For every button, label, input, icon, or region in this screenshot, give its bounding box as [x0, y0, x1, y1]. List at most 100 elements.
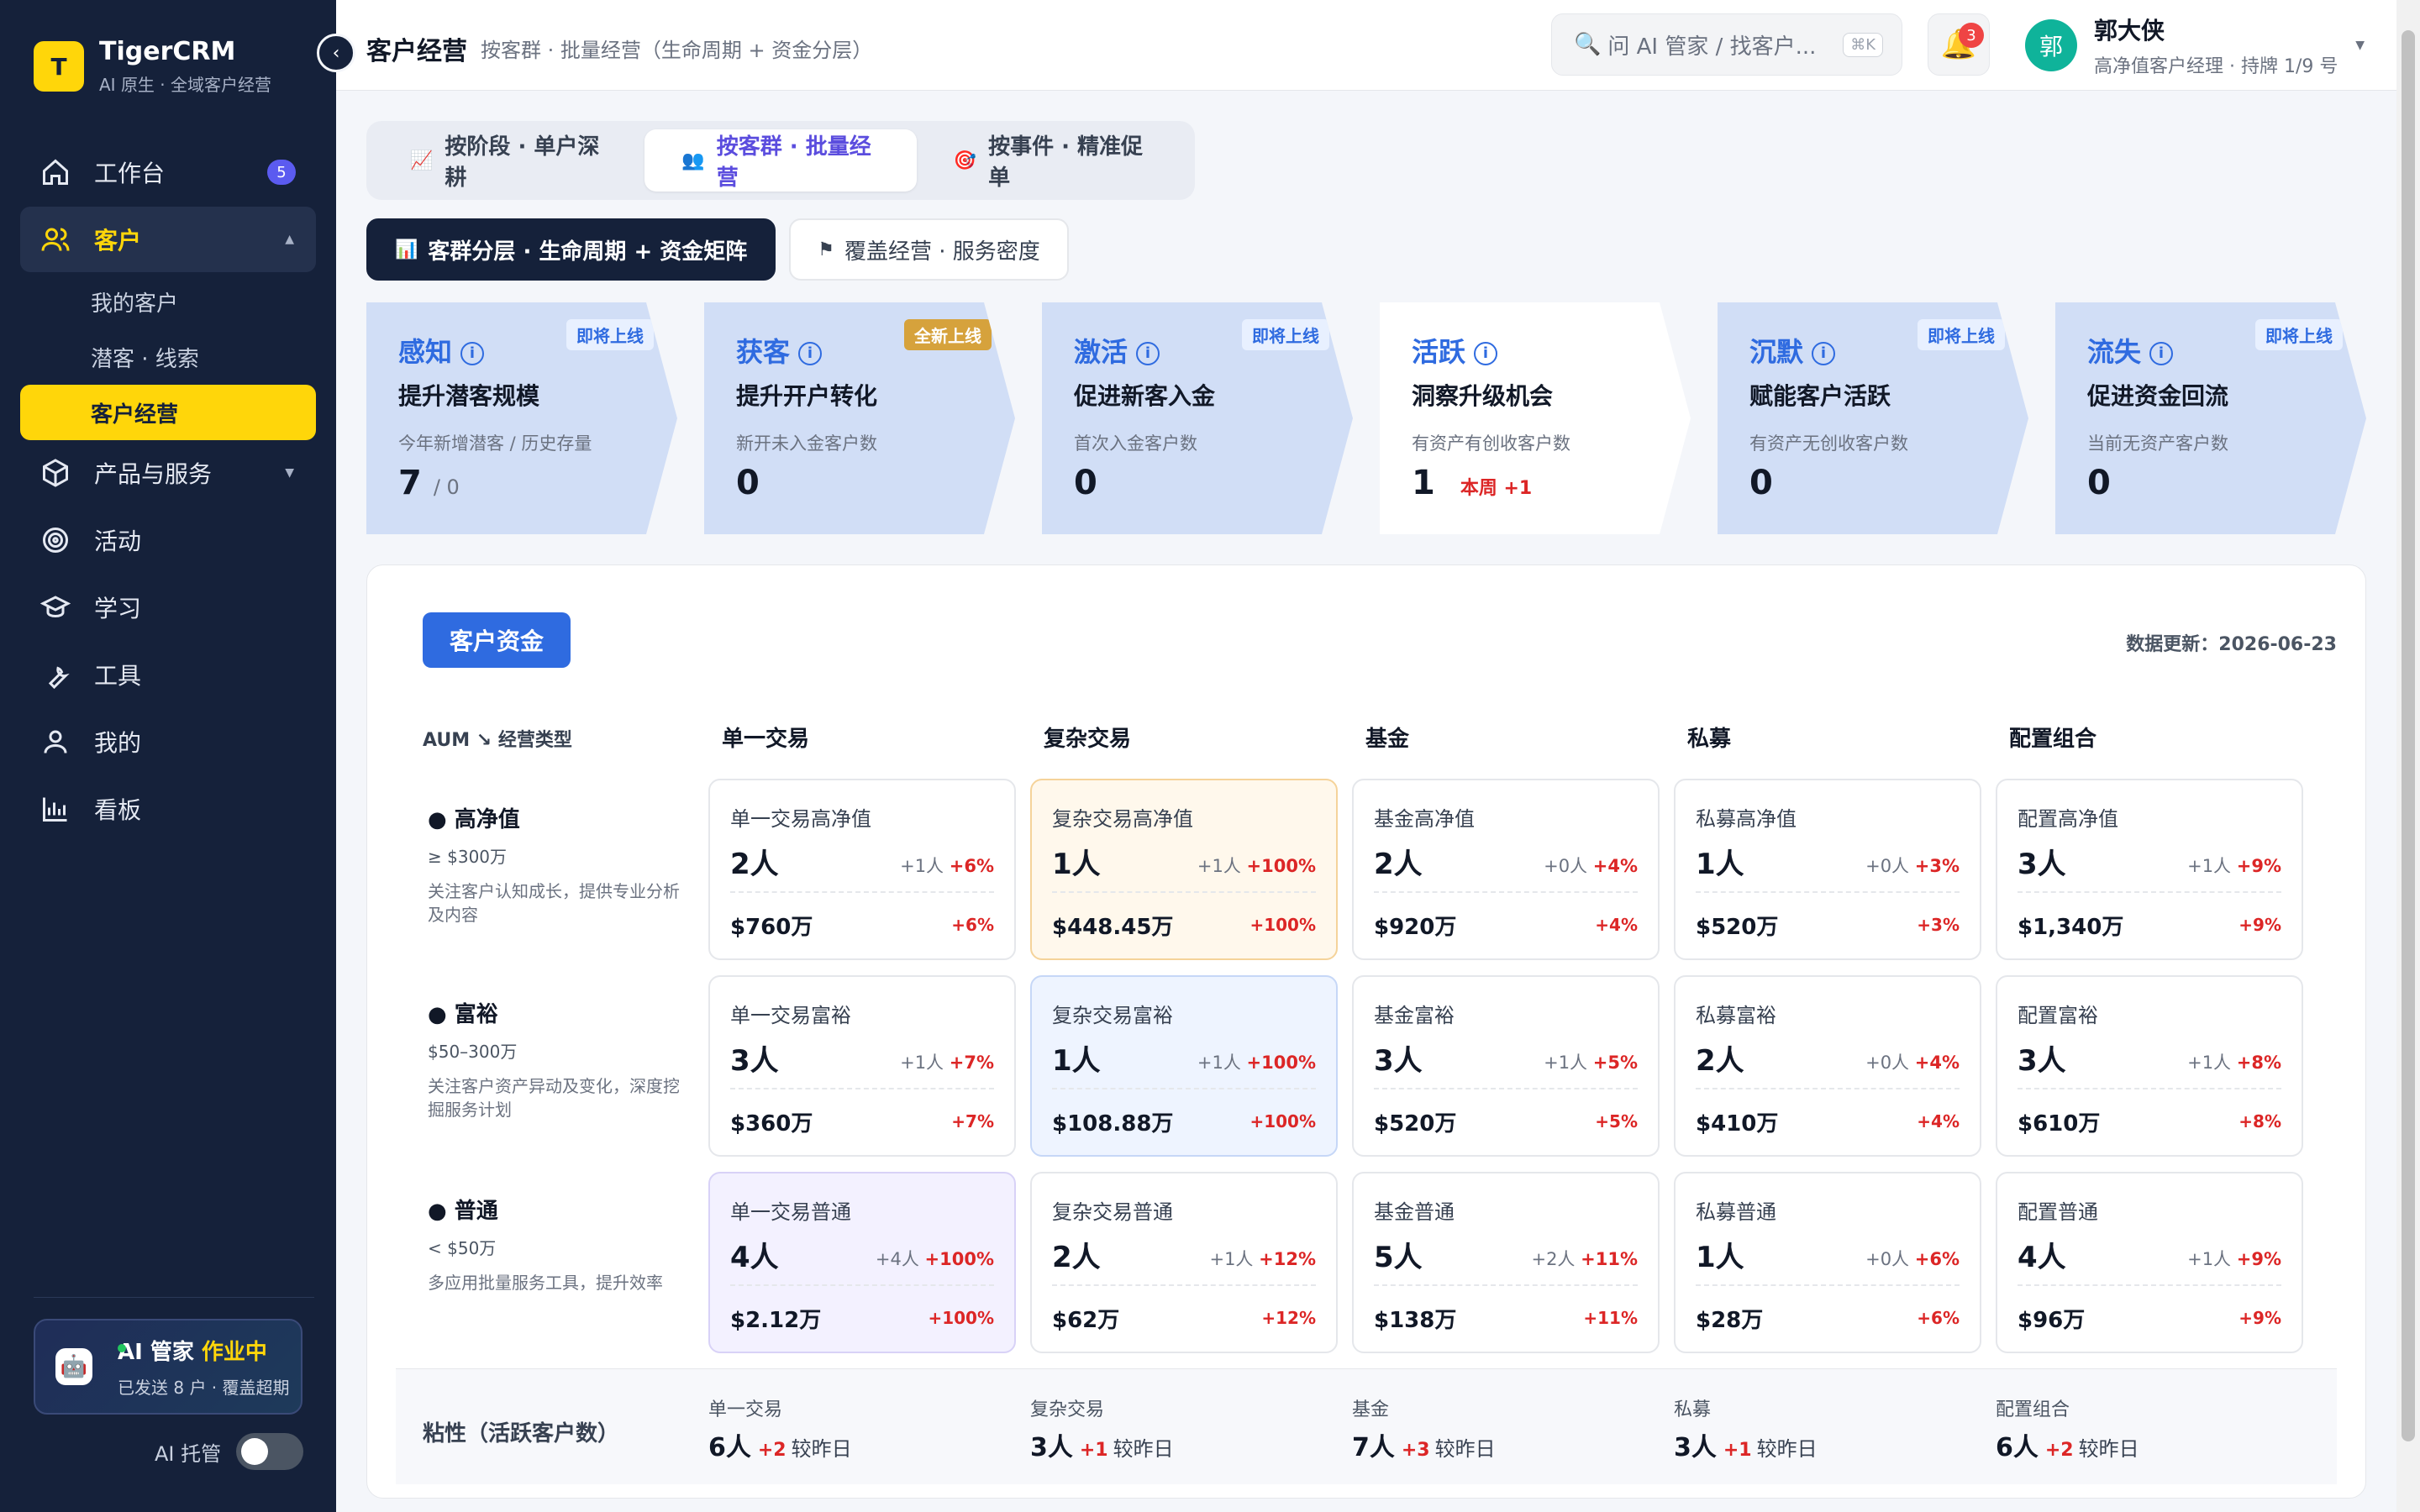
- cell-divider: [1696, 1284, 1960, 1286]
- data-update-time: 数据更新：2026-06-23: [2126, 634, 2337, 655]
- cell-amount: $520万: [1374, 1111, 1457, 1137]
- sidebar-item-customer[interactable]: 客户 ▲: [20, 207, 316, 272]
- stage-name-text: 感知: [398, 336, 453, 368]
- matrix-cell[interactable]: 基金富裕 3人 +1人 +5% $520万 +5%: [1352, 975, 1660, 1157]
- stage-awareness[interactable]: 感知 i 即将上线 提升潜客规模 今年新增潜客 / 历史存量 7 / 0: [366, 302, 677, 534]
- matrix-cell[interactable]: 复杂交易高净值 1人 +1人 +100% $448.45万 +100%: [1030, 779, 1338, 960]
- cell-delta-pct: +4%: [1592, 856, 1638, 876]
- stage-acquisition[interactable]: 获客 i 全新上线 提升开户转化 新开未入金客户数 0: [704, 302, 1015, 534]
- stickiness-item: 私募 3人 +1 较昨日: [1674, 1394, 1818, 1463]
- sidebar-item-mine[interactable]: 我的: [20, 709, 316, 774]
- matrix-cell[interactable]: 配置富裕 3人 +1人 +8% $610万 +8%: [1996, 975, 2303, 1157]
- cell-title: 私募高净值: [1696, 807, 1797, 831]
- user-menu[interactable]: 郭 郭大侠 高净值客户经理 · 持牌 1/9 号 ▼: [2025, 13, 2378, 77]
- stickiness-item: 单一交易 6人 +2 较昨日: [708, 1394, 852, 1463]
- sidebar-item-workbench[interactable]: 工作台 5: [20, 139, 316, 205]
- sidebar-subitem-customer-ops[interactable]: 客户经营: [20, 385, 316, 440]
- info-icon[interactable]: i: [798, 342, 823, 365]
- page-scrollbar[interactable]: [2396, 0, 2420, 1512]
- stage-name-text: 沉默: [1749, 336, 1804, 368]
- cell-delta: +1人 +5%: [1544, 1049, 1638, 1074]
- matrix-cell[interactable]: 单一交易高净值 2人 +1人 +6% $760万 +6%: [708, 779, 1016, 960]
- stage-tag: 即将上线: [2255, 319, 2343, 350]
- stage-goal: 促进资金回流: [2087, 382, 2229, 410]
- sidebar-item-dashboard[interactable]: 看板: [20, 776, 316, 842]
- matrix-cell[interactable]: 单一交易富裕 3人 +1人 +7% $360万 +7%: [708, 975, 1016, 1157]
- stage-count: 7: [398, 464, 422, 502]
- cell-delta-count: +1人: [2187, 1053, 2232, 1073]
- search-input[interactable]: 问 AI 管家 / 找客户...: [1607, 29, 1816, 60]
- matrix-cell[interactable]: 基金高净值 2人 +0人 +4% $920万 +4%: [1352, 779, 1660, 960]
- tab-by-stage[interactable]: 📈 按阶段 · 单户深耕: [373, 129, 644, 192]
- column-header: 基金: [1365, 727, 1410, 752]
- cell-delta: +1人 +100%: [1197, 1049, 1316, 1074]
- sidebar-collapse-button[interactable]: ‹: [317, 34, 355, 72]
- sidebar-subitem-leads[interactable]: 潜客 · 线索: [20, 329, 316, 385]
- sidebar-item-products[interactable]: 产品与服务 ▼: [20, 440, 316, 506]
- cell-count: 2人: [1374, 848, 1423, 881]
- info-icon[interactable]: i: [460, 342, 485, 365]
- matrix-cell[interactable]: 配置普通 4人 +1人 +9% $96万 +9%: [1996, 1172, 2303, 1353]
- brand[interactable]: T TigerCRM AI 原生 · 全域客户经营: [34, 37, 271, 96]
- info-icon[interactable]: i: [1812, 342, 1836, 365]
- matrix-cell[interactable]: 复杂交易富裕 1人 +1人 +100% $108.88万 +100%: [1030, 975, 1338, 1157]
- trend-icon: 📈: [410, 150, 434, 171]
- cell-delta-count: +0人: [1865, 1249, 1910, 1269]
- cell-delta-count: +0人: [1865, 856, 1910, 876]
- matrix-cell[interactable]: 私募普通 1人 +0人 +6% $28万 +6%: [1674, 1172, 1981, 1353]
- cell-divider: [1374, 891, 1638, 893]
- page-subtitle: 按客群 · 批量经营（生命周期 + 资金分层）: [481, 39, 873, 62]
- avatar: 郭: [2025, 19, 2077, 71]
- cell-title: 复杂交易富裕: [1052, 1004, 1173, 1027]
- stage-goal: 赋能客户活跃: [1749, 382, 1891, 410]
- matrix-cell[interactable]: 私募富裕 2人 +0人 +4% $410万 +4%: [1674, 975, 1981, 1157]
- stage-silent[interactable]: 沉默 i 即将上线 赋能客户活跃 有资产无创收客户数 0: [1718, 302, 2028, 534]
- ai-hosting-toggle[interactable]: [236, 1433, 304, 1470]
- stage-name: 感知 i: [398, 331, 485, 370]
- user-role: 高净值客户经理 · 持牌 1/9 号: [2094, 56, 2338, 77]
- ai-butler-card[interactable]: 🤖 AI 管家 作业中 已发送 8 户 · 覆盖超期: [34, 1319, 302, 1415]
- matrix-cell[interactable]: 配置高净值 3人 +1人 +9% $1,340万 +9%: [1996, 779, 2303, 960]
- cell-delta-pct: +11%: [1581, 1249, 1638, 1269]
- sidebar-item-learning[interactable]: 学习: [20, 575, 316, 640]
- subtab-segmentation[interactable]: 📊 客群分层 · 生命周期 + 资金矩阵: [366, 218, 776, 281]
- row-desc: 关注客户资产异动及变化，深度挖掘服务计划: [428, 1076, 680, 1120]
- stage-active[interactable]: 活跃 i 洞察升级机会 有资产有创收客户数 1 本周 +1: [1380, 302, 1691, 534]
- stickiness-item: 复杂交易 3人 +1 较昨日: [1030, 1394, 1174, 1463]
- matrix-cell[interactable]: 单一交易普通 4人 +4人 +100% $2.12万 +100%: [708, 1172, 1016, 1353]
- sidebar-subitem-my-customers[interactable]: 我的客户: [20, 274, 316, 329]
- info-icon[interactable]: i: [1136, 342, 1160, 365]
- cell-delta: +4人 +100%: [876, 1246, 994, 1271]
- cell-title: 复杂交易高净值: [1052, 807, 1193, 831]
- cell-delta-pct: +7%: [949, 1053, 994, 1073]
- matrix-cell[interactable]: 复杂交易普通 2人 +1人 +12% $62万 +12%: [1030, 1172, 1338, 1353]
- sidebar-item-label: 学习: [94, 595, 142, 622]
- cell-delta-count: +0人: [1865, 1053, 1910, 1073]
- tab-by-event[interactable]: 🎯 按事件 · 精准促单: [917, 129, 1188, 192]
- ai-title-text: AI 管家: [118, 1340, 194, 1365]
- stage-activation[interactable]: 激活 i 即将上线 促进新客入金 首次入金客户数 0: [1042, 302, 1353, 534]
- notifications-button[interactable]: 🔔 3: [1928, 13, 1990, 76]
- scrollbar-thumb[interactable]: [2402, 30, 2415, 1441]
- stage-number: 0: [736, 464, 760, 502]
- subtab-coverage[interactable]: ⚑ 覆盖经营 · 服务密度: [789, 218, 1069, 281]
- cell-amount: $28万: [1696, 1308, 1764, 1333]
- brand-logo: T: [34, 41, 84, 92]
- chevron-down-icon: ▼: [2355, 39, 2365, 52]
- info-icon[interactable]: i: [1474, 342, 1498, 365]
- matrix-cell[interactable]: 基金普通 5人 +2人 +11% $138万 +11%: [1352, 1172, 1660, 1353]
- tab-by-segment[interactable]: 👥 按客群 · 批量经营: [644, 129, 917, 192]
- sidebar-item-activity[interactable]: 活动: [20, 507, 316, 573]
- sidebar-item-tools[interactable]: 工具: [20, 642, 316, 707]
- stage-churn[interactable]: 流失 i 即将上线 促进资金回流 当前无资产客户数 0: [2055, 302, 2366, 534]
- stickiness-name: 私募: [1674, 1399, 1712, 1420]
- info-icon[interactable]: i: [2149, 342, 2174, 365]
- user-name: 郭大侠: [2094, 17, 2165, 45]
- matrix-cell[interactable]: 私募高净值 1人 +0人 +3% $520万 +3%: [1674, 779, 1981, 960]
- search-shortcut-hint: ⌘K: [1843, 33, 1883, 57]
- cell-count: 2人: [730, 848, 779, 881]
- flag-icon: ⚑: [818, 239, 835, 260]
- search-box[interactable]: 🔍 问 AI 管家 / 找客户... ⌘K: [1551, 13, 1902, 76]
- customer-funds-button[interactable]: 客户资金: [423, 612, 571, 668]
- cell-count: 2人: [1052, 1241, 1101, 1274]
